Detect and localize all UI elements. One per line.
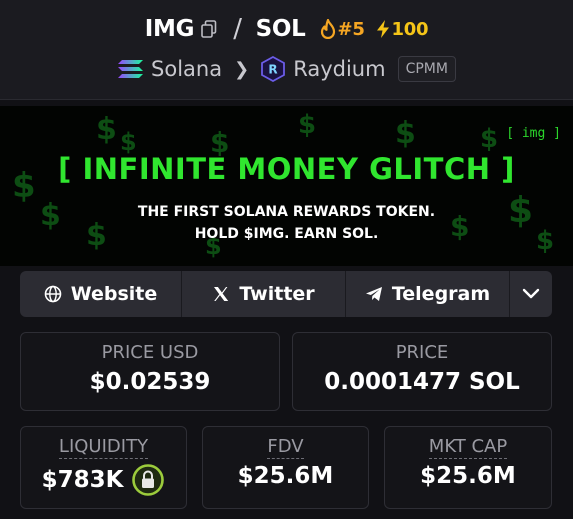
twitter-label: Twitter: [239, 283, 315, 305]
pair-separator: /: [233, 14, 242, 44]
quote-symbol: SOL: [255, 16, 306, 42]
svg-text:R: R: [269, 63, 278, 77]
price-usd-value: $0.02539: [89, 369, 211, 395]
website-link-button[interactable]: Website: [20, 271, 182, 317]
token-banner-image: $ $ $ $ $ $ $ $ $ $ $ $ $ [ img ] [ INFI…: [0, 106, 573, 266]
copy-icon[interactable]: [201, 20, 217, 38]
raydium-icon: R: [261, 56, 286, 82]
price-native-value: 0.0001477 SOL: [324, 369, 520, 395]
more-links-button[interactable]: [510, 271, 552, 317]
liquidity-label[interactable]: LIQUIDITY: [58, 436, 149, 459]
x-logo-icon: [212, 285, 230, 303]
fire-icon: [320, 19, 336, 39]
banner-subtitle-2: HOLD $IMG. EARN SOL.: [194, 226, 379, 242]
market-cap-label[interactable]: MKT CAP: [428, 436, 508, 459]
fdv-card: FDV $25.6M: [202, 426, 369, 509]
solana-icon: [117, 58, 145, 80]
chevron-right-icon: ❯: [234, 58, 250, 80]
pair-header: IMG / SOL #5 100 Solana ❯ R Raydium CPMM: [0, 0, 573, 100]
liquidity-value: $783K: [41, 467, 124, 493]
price-usd-label: PRICE USD: [101, 342, 199, 363]
pool-type-badge: CPMM: [397, 56, 456, 82]
banner-subtitle-1: THE FIRST SOLANA REWARDS TOKEN.: [137, 204, 436, 220]
liquidity-card: LIQUIDITY $783K: [20, 426, 187, 509]
banner-title: [ INFINITE MONEY GLITCH ]: [58, 152, 515, 186]
base-symbol: IMG: [144, 16, 195, 42]
chain-name[interactable]: Solana: [151, 57, 222, 81]
chain-dex-breadcrumb: Solana ❯ R Raydium CPMM: [0, 56, 573, 82]
price-native-card: PRICE 0.0001477 SOL: [292, 332, 552, 411]
lightning-icon: [375, 19, 391, 39]
price-native-label: PRICE: [395, 342, 449, 363]
fdv-value: $25.6M: [237, 463, 334, 489]
dollar-decoration: $: [96, 112, 117, 147]
trending-rank[interactable]: #5: [338, 19, 365, 40]
social-links-bar: Website Twitter Telegram: [20, 271, 552, 317]
telegram-label: Telegram: [391, 283, 491, 305]
market-cap-card: MKT CAP $25.6M: [384, 426, 552, 509]
dollar-decoration: $: [480, 124, 499, 154]
website-label: Website: [70, 283, 158, 305]
banner-tag: [ img ]: [506, 126, 561, 141]
lock-icon[interactable]: [131, 463, 165, 497]
pair-title: IMG / SOL #5 100: [0, 14, 573, 44]
market-cap-value: $25.6M: [420, 463, 516, 489]
dex-name[interactable]: Raydium: [293, 57, 385, 81]
chevron-down-icon: [522, 283, 540, 305]
telegram-link-button[interactable]: Telegram: [346, 271, 510, 317]
fdv-label[interactable]: FDV: [267, 436, 304, 459]
telegram-icon: [365, 285, 383, 303]
globe-icon: [44, 285, 62, 303]
dollar-decoration: $: [395, 116, 416, 151]
dollar-decoration: $: [298, 110, 317, 140]
price-usd-card: PRICE USD $0.02539: [20, 332, 280, 411]
twitter-link-button[interactable]: Twitter: [182, 271, 346, 317]
boost-count[interactable]: 100: [392, 19, 429, 40]
